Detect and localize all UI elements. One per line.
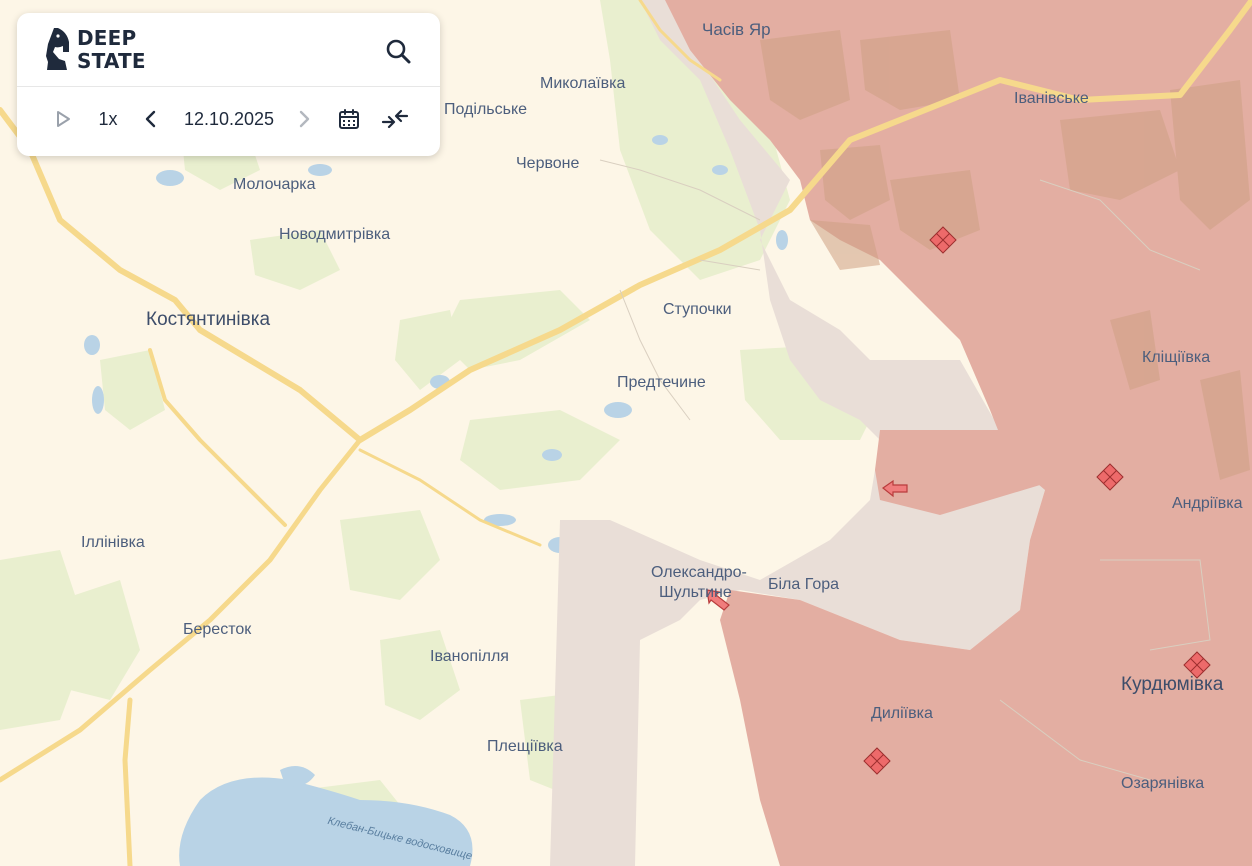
chevron-right-icon (299, 110, 310, 128)
control-panel: DEEP STATE 1x 12.10.2025 (17, 13, 440, 156)
calendar-button[interactable] (334, 102, 364, 136)
play-button[interactable] (49, 102, 77, 136)
logo-text-line1: DEEP (77, 26, 137, 50)
date-display[interactable]: 12.10.2025 (177, 102, 281, 136)
speed-toggle[interactable]: 1x (91, 102, 125, 136)
chevron-left-icon (145, 110, 156, 128)
place-label-predtechyne: Предтечине (617, 374, 706, 391)
place-label-kurdiumivka: Курдюмівка (1121, 674, 1224, 695)
place-label-podilske: Подільське (444, 101, 528, 118)
collapse-arrows-icon (381, 109, 409, 129)
search-icon (386, 39, 411, 64)
place-label-mykolaivka: Миколаївка (540, 75, 626, 92)
panel-divider (17, 86, 440, 87)
place-label-ozarianivka: Озарянівка (1121, 775, 1205, 792)
place-label-dyliivka: Диліївка (871, 705, 933, 722)
place-label-ivanopillia: Іванопілля (430, 648, 509, 665)
place-label-oleksandro-line2: Шультине (659, 584, 732, 601)
place-label-oleksandro-line1: Олександро- (651, 564, 747, 581)
search-button[interactable] (381, 35, 415, 69)
place-label-stupochky: Ступочки (663, 301, 732, 318)
place-label-novodmytrivka: Новодмитрівка (279, 226, 391, 243)
place-label-illinivka: Іллінівка (81, 534, 145, 551)
place-label-molocharka: Молочарка (233, 176, 316, 193)
place-label-chervone: Червоне (516, 155, 580, 172)
place-label-bila-hora: Біла Гора (768, 576, 840, 593)
place-label-pleshchiivka: Плещіївка (487, 738, 563, 755)
logo-text-line2: STATE (77, 49, 146, 73)
next-date-button[interactable] (290, 102, 318, 136)
knight-chess-icon (46, 28, 69, 70)
place-label-klishchiivka: Кліщіївка (1142, 349, 1211, 366)
prev-date-button[interactable] (137, 102, 165, 136)
panel-header: DEEP STATE (17, 13, 440, 87)
place-label-kostiantynivka: Костянтинівка (146, 309, 271, 330)
place-label-chasiv-yar: Часів Яр (702, 20, 771, 39)
play-icon (57, 111, 70, 127)
place-label-andriivka: Андріївка (1172, 495, 1243, 512)
place-label-berestok: Бересток (183, 621, 252, 638)
compare-button[interactable] (378, 102, 412, 136)
place-label-ivanivske: Іванівське (1014, 90, 1089, 107)
deepstate-logo[interactable]: DEEP STATE (45, 24, 165, 74)
calendar-icon (339, 109, 359, 129)
